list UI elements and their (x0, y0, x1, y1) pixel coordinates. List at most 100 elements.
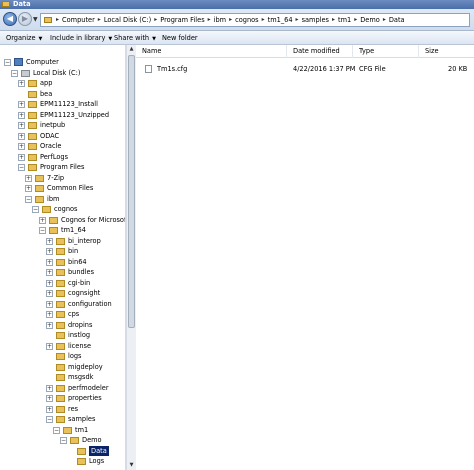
column-header-date[interactable]: Date modified (287, 45, 353, 58)
scrollbar-thumb[interactable] (128, 55, 135, 328)
share-with-button[interactable]: Share with ▼ (114, 31, 156, 46)
tree-item[interactable]: + bi_interop (0, 236, 125, 247)
tree-item[interactable]: + PerfLogs (0, 152, 125, 163)
breadcrumb-item[interactable]: Program Files (158, 14, 206, 26)
column-header-type[interactable]: Type (353, 45, 419, 58)
tree-item[interactable]: + license (0, 341, 125, 352)
expand-icon[interactable]: + (25, 185, 32, 192)
expand-icon[interactable]: + (18, 101, 25, 108)
collapse-icon[interactable]: − (25, 195, 32, 203)
breadcrumb-item[interactable]: cognos (233, 14, 261, 26)
collapse-icon[interactable]: − (46, 416, 53, 423)
tree-item[interactable]: + dropins (0, 320, 125, 331)
expand-icon[interactable]: + (46, 248, 53, 255)
collapse-icon[interactable]: − (4, 59, 11, 66)
expand-icon[interactable]: + (18, 132, 25, 140)
expand-icon[interactable]: + (46, 311, 53, 318)
column-header-size[interactable]: Size (419, 45, 474, 58)
tree-item[interactable]: Logs (0, 456, 125, 467)
tree-item[interactable]: migdeploy (0, 362, 125, 373)
breadcrumb-item[interactable]: Demo (358, 14, 382, 26)
file-row[interactable]: Tm1s.cfg 4/22/2016 1:37 PM CFG File 20 KB (136, 63, 474, 75)
tree-item[interactable]: + inetpub (0, 120, 125, 131)
back-button[interactable]: ◀ (3, 12, 17, 26)
computer-icon (14, 58, 23, 66)
tree-item[interactable]: +7-Zip (0, 173, 125, 184)
collapse-icon[interactable]: − (39, 227, 46, 234)
tree-item[interactable]: − Local Disk (C:) (0, 68, 125, 79)
tree-item[interactable]: + EPM11123_Install (0, 99, 125, 110)
organize-button[interactable]: Organize ▼ (6, 31, 42, 46)
tree-item[interactable]: + cognsight (0, 288, 125, 299)
tree-item[interactable]: − Program Files (0, 162, 125, 173)
collapse-icon[interactable]: − (53, 426, 60, 434)
recent-pages-dropdown-icon[interactable]: ▼ (33, 16, 38, 23)
breadcrumb-item[interactable]: ibm (212, 14, 228, 26)
tree-item[interactable]: + bin (0, 246, 125, 257)
forward-button[interactable]: ▶ (18, 12, 32, 26)
collapse-icon[interactable]: − (18, 164, 25, 171)
new-folder-button[interactable]: New folder (162, 31, 198, 45)
expand-icon[interactable]: + (25, 174, 32, 182)
tree-item[interactable]: + ODAC (0, 131, 125, 142)
expand-icon[interactable]: + (46, 237, 53, 245)
address-bar[interactable]: ▸ Computer ▸ Local Disk (C:) ▸ Program Files ▸… (40, 13, 470, 27)
tree-item[interactable]: − Computer (0, 57, 125, 68)
tree-item[interactable]: − Demo (0, 435, 125, 446)
expand-icon[interactable]: + (46, 279, 53, 287)
scroll-up-icon[interactable]: ▲ (127, 45, 136, 54)
expand-icon[interactable]: + (46, 258, 53, 266)
collapse-icon[interactable]: − (32, 206, 39, 213)
expand-icon[interactable]: + (18, 153, 25, 161)
breadcrumb-item[interactable]: Data (387, 14, 407, 26)
tree-item[interactable]: − tm1 (0, 425, 125, 436)
navigation-scrollbar[interactable]: ▲ ▼ (126, 45, 136, 470)
tree-item[interactable]: + cps (0, 309, 125, 320)
tree-item[interactable]: + EPM11123_Unzipped (0, 110, 125, 121)
expand-icon[interactable]: + (46, 300, 53, 308)
tree-item[interactable]: + app (0, 78, 125, 89)
tree-item[interactable]: + bundles (0, 267, 125, 278)
tree-item[interactable]: − samples (0, 414, 125, 425)
tree-item[interactable]: + cgi-bin (0, 278, 125, 289)
tree-item[interactable]: + bin64 (0, 257, 125, 268)
expand-icon[interactable]: + (39, 216, 46, 224)
expand-icon[interactable]: + (18, 143, 25, 150)
expand-icon[interactable]: + (46, 395, 53, 402)
tree-item[interactable]: + res (0, 404, 125, 415)
tree-item[interactable]: instlog (0, 330, 125, 341)
breadcrumb-item[interactable]: Local Disk (C:) (102, 14, 153, 26)
tree-item[interactable]: + Common Files (0, 183, 125, 194)
tree-item[interactable]: + perfmodeler (0, 383, 125, 394)
expand-icon[interactable]: + (46, 321, 53, 329)
tree-item[interactable]: − cognos (0, 204, 125, 215)
tree-item[interactable]: logs (0, 351, 125, 362)
tree-item[interactable]: + Cognos for Microsoft Office (0, 215, 125, 226)
expand-icon[interactable]: + (46, 269, 53, 276)
expand-icon[interactable]: + (46, 342, 53, 350)
tree-item[interactable]: bea (0, 89, 125, 100)
tree-item[interactable]: − tm1_64 (0, 225, 125, 236)
expand-icon[interactable]: + (18, 80, 25, 87)
tree-item[interactable]: − ibm (0, 194, 125, 205)
expand-icon[interactable]: + (18, 122, 25, 129)
breadcrumb-item[interactable]: tm1 (336, 14, 353, 26)
collapse-icon[interactable]: − (60, 437, 67, 444)
breadcrumb-item[interactable]: tm1_64 (266, 14, 295, 26)
collapse-icon[interactable]: − (11, 69, 18, 77)
folder-icon (56, 332, 65, 339)
include-in-library-button[interactable]: Include in library ▼ (50, 31, 112, 46)
column-header-name[interactable]: Name (136, 45, 287, 58)
tree-item[interactable]: + properties (0, 393, 125, 404)
scroll-down-icon[interactable]: ▼ (127, 461, 136, 470)
breadcrumb-item[interactable]: Computer (60, 14, 97, 26)
expand-icon[interactable]: + (18, 111, 25, 119)
breadcrumb-item[interactable]: samples (300, 14, 331, 26)
expand-icon[interactable]: + (46, 384, 53, 392)
tree-item[interactable]: msgsdk (0, 372, 125, 383)
expand-icon[interactable]: + (46, 405, 53, 413)
tree-item[interactable]: + configuration (0, 299, 125, 310)
tree-item[interactable]: + Oracle (0, 141, 125, 152)
expand-icon[interactable]: + (46, 290, 53, 297)
tree-item[interactable]: Data (0, 445, 125, 456)
